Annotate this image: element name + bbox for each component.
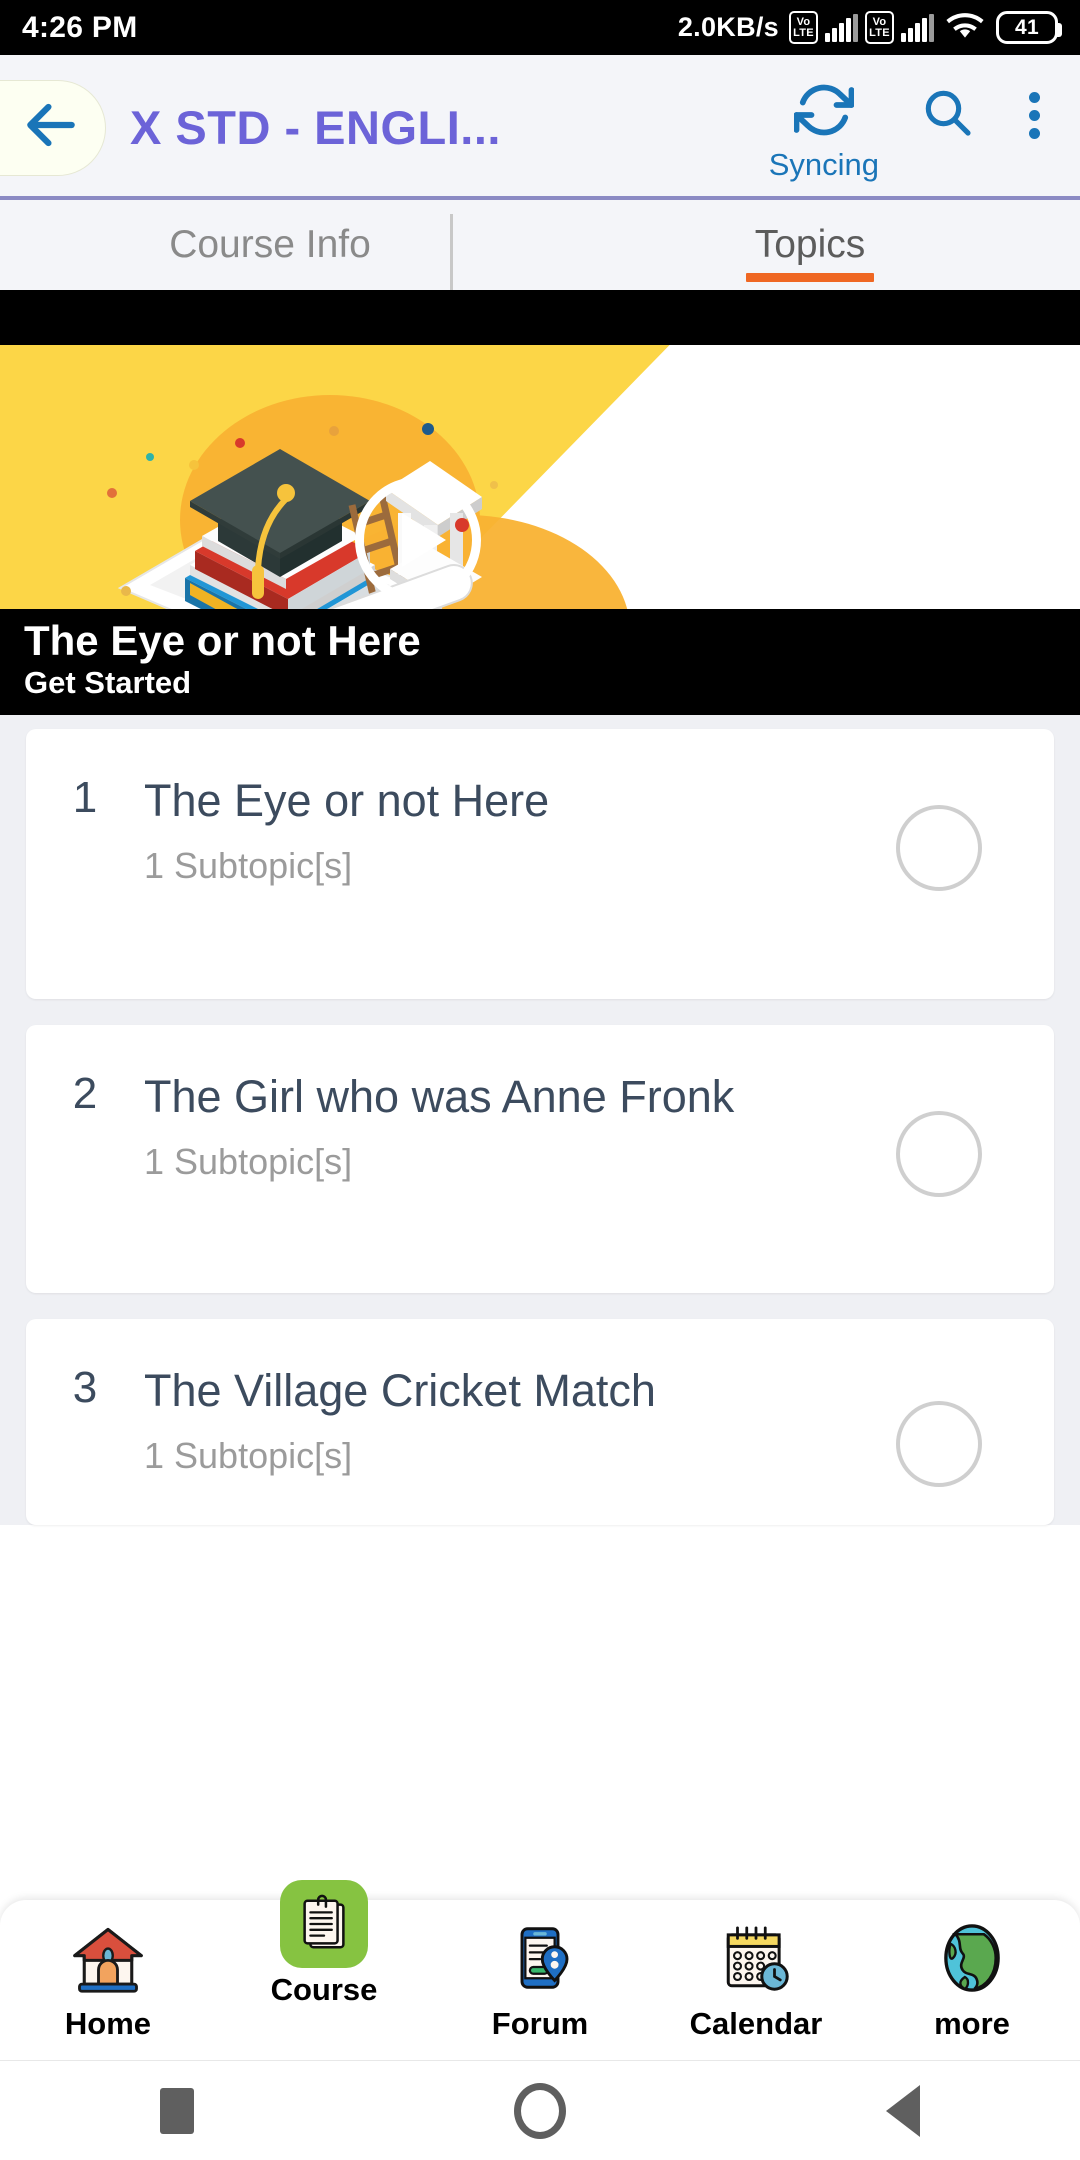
tab-bar: Course Info Topics	[0, 200, 1080, 290]
volte-sim2-icon: Vo LTE	[865, 11, 894, 44]
android-navigation-bar	[0, 2060, 1080, 2160]
tab-divider	[450, 214, 453, 290]
battery-icon: 41	[996, 11, 1062, 44]
arrow-left-icon	[20, 94, 82, 161]
overflow-menu-button[interactable]	[1015, 80, 1054, 151]
topic-subtopic-count: 1 Subtopic[s]	[144, 1434, 353, 1476]
tab-course-info[interactable]: Course Info	[0, 200, 540, 290]
triangle-left-icon[interactable]	[886, 2084, 920, 2137]
topic-number: 1	[72, 773, 98, 822]
topic-title: The Eye or not Here	[144, 775, 550, 826]
circle-icon[interactable]	[514, 2082, 566, 2139]
tab-active-indicator	[746, 273, 874, 282]
course-banner[interactable]: The Eye or not Here Get Started	[0, 290, 1080, 715]
topic-list-item[interactable]: 1 The Eye or not Here 1 Subtopic[s]	[26, 729, 1054, 999]
volte-sim1-icon: Vo LTE	[789, 11, 818, 44]
banner-top-bar	[0, 290, 1080, 345]
search-button[interactable]	[919, 80, 975, 145]
signal-sim1-icon	[825, 13, 858, 42]
mobile-chat-icon	[496, 1914, 584, 2002]
status-icons: 2.0KB/s Vo LTE Vo LTE 41	[677, 8, 1062, 48]
battery-level: 41	[1015, 15, 1039, 39]
banner-caption: The Eye or not Here Get Started	[0, 608, 1080, 715]
sync-button[interactable]: Syncing	[769, 80, 879, 183]
topic-completion-toggle[interactable]	[896, 1111, 982, 1197]
document-icon	[280, 1880, 368, 1968]
page-title: X STD - ENGLI...	[130, 101, 501, 154]
house-icon	[64, 1914, 152, 2002]
more-vertical-icon	[1029, 92, 1040, 103]
topic-number: 3	[72, 1363, 98, 1412]
nav-label: Forum	[491, 2006, 589, 2041]
topic-list: 1 The Eye or not Here 1 Subtopic[s] 2 Th…	[0, 715, 1080, 1525]
bottom-navigation: Home Course Forum Calendar more	[0, 1880, 1080, 2060]
nav-label: Calendar	[689, 2006, 823, 2041]
back-button[interactable]	[0, 79, 106, 176]
tab-topics[interactable]: Topics	[540, 200, 1080, 290]
nav-item-more[interactable]: more	[887, 1914, 1057, 2042]
topic-number: 2	[72, 1069, 98, 1118]
nav-item-home[interactable]: Home	[23, 1914, 193, 2042]
status-time: 4:26 PM	[22, 10, 138, 44]
status-bar: 4:26 PM 2.0KB/s Vo LTE Vo LTE 41	[0, 0, 1080, 55]
nav-label: Home	[64, 2006, 152, 2041]
globe-icon	[928, 1914, 1016, 2002]
topic-list-item[interactable]: 3 The Village Cricket Match 1 Subtopic[s…	[26, 1319, 1054, 1525]
search-icon	[919, 84, 975, 145]
app-bar-actions: Syncing	[769, 72, 1080, 183]
topic-subtopic-count: 1 Subtopic[s]	[144, 844, 353, 886]
calendar-clock-icon	[712, 1914, 800, 2002]
sync-status-label: Syncing	[768, 147, 879, 182]
signal-sim2-icon	[901, 13, 934, 42]
play-circle-icon[interactable]	[355, 477, 481, 603]
sync-icon	[793, 80, 855, 145]
nav-label: more	[934, 2006, 1010, 2041]
nav-item-calendar[interactable]: Calendar	[671, 1914, 841, 2042]
more-vertical-icon	[1029, 128, 1040, 139]
wifi-icon	[945, 8, 985, 48]
banner-subtitle: Get Started	[24, 664, 192, 700]
tab-label: Course Info	[169, 223, 371, 266]
tab-label: Topics	[754, 223, 866, 266]
topic-list-item[interactable]: 2 The Girl who was Anne Fronk 1 Subtopic…	[26, 1025, 1054, 1293]
topic-completion-toggle[interactable]	[896, 805, 982, 891]
network-speed: 2.0KB/s	[677, 12, 779, 42]
square-icon[interactable]	[160, 2087, 194, 2134]
nav-item-forum[interactable]: Forum	[455, 1914, 625, 2042]
banner-title: The Eye or not Here	[24, 616, 421, 664]
topic-completion-toggle[interactable]	[896, 1401, 982, 1487]
app-bar: X STD - ENGLI... Syncing	[0, 55, 1080, 200]
more-vertical-icon	[1029, 110, 1040, 121]
nav-item-course[interactable]: Course	[239, 1880, 409, 2008]
nav-label: Course	[270, 1972, 378, 2007]
topic-title: The Girl who was Anne Fronk	[144, 1071, 735, 1122]
topic-subtopic-count: 1 Subtopic[s]	[144, 1140, 353, 1182]
topic-title: The Village Cricket Match	[144, 1365, 656, 1416]
